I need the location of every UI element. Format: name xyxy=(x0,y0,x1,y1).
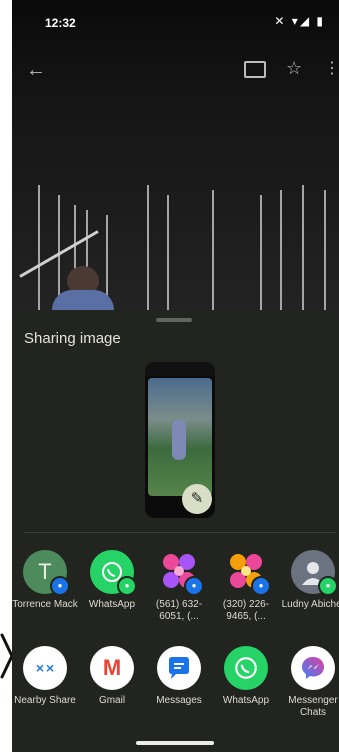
contact-avatar: T ● xyxy=(23,550,70,596)
share-target-label: WhatsApp xyxy=(88,599,136,610)
app-label: Messenger Chats xyxy=(288,695,338,718)
home-indicator[interactable] xyxy=(136,741,214,745)
app-label: Gmail xyxy=(98,695,126,706)
app-messages[interactable]: Messages xyxy=(146,646,212,707)
star-icon[interactable]: ☆ xyxy=(286,58,302,79)
share-sheet: Sharing image ✎ T ● Torrence Mack ● What… xyxy=(12,310,339,752)
share-target-torrence-mack[interactable]: T ● Torrence Mack xyxy=(12,550,78,611)
group-avatar: ● xyxy=(157,550,204,596)
background-photo xyxy=(12,0,339,330)
app-label: Messages xyxy=(156,695,202,706)
contact-avatar: ● xyxy=(291,550,338,596)
app-whatsapp[interactable]: WhatsApp xyxy=(213,646,279,707)
nearby-share-icon: ⨯⨯ xyxy=(23,646,67,690)
whatsapp-icon xyxy=(224,646,268,690)
phone-screen: 12:32 ✕ ▾◢ ▮ ← ☆ ⋮ Sharing image ✎ T ● T… xyxy=(12,0,339,752)
whatsapp-badge-icon: ● xyxy=(318,576,338,596)
share-target-ludny-abichet[interactable]: ● Ludny Abichet xyxy=(280,550,339,611)
more-options-icon[interactable]: ⋮ xyxy=(324,58,339,78)
share-target-label: Ludny Abichet xyxy=(281,599,339,610)
edit-icon[interactable]: ✎ xyxy=(182,484,212,514)
messages-badge-icon: ● xyxy=(50,576,70,596)
app-label: Nearby Share xyxy=(14,695,76,706)
gmail-icon: M xyxy=(90,646,134,690)
app-gmail[interactable]: M Gmail xyxy=(79,646,145,707)
group-avatar: ● xyxy=(224,550,271,596)
share-target-label: Torrence Mack xyxy=(12,599,78,610)
share-target-label: (320) 226-9465, (... xyxy=(222,599,270,622)
messages-badge-icon: ● xyxy=(251,576,271,596)
messenger-icon xyxy=(291,646,335,690)
photo-toolbar: ← ☆ ⋮ xyxy=(12,55,339,87)
share-target-group-561[interactable]: ● (561) 632-6051, (... xyxy=(146,550,212,623)
sheet-title: Sharing image xyxy=(24,330,121,347)
share-target-whatsapp[interactable]: ● WhatsApp xyxy=(79,550,145,611)
share-target-group-320[interactable]: ● (320) 226-9465, (... xyxy=(213,550,279,623)
messages-badge-icon: ● xyxy=(184,576,204,596)
app-messenger-chats[interactable]: Messenger Chats xyxy=(280,646,339,719)
back-arrow-icon[interactable]: ← xyxy=(26,59,46,82)
cast-icon[interactable] xyxy=(244,61,266,78)
app-label: WhatsApp xyxy=(222,695,270,706)
status-bar: 12:32 ✕ ▾◢ ▮ xyxy=(12,0,339,44)
whatsapp-badge-icon: ● xyxy=(117,576,137,596)
divider xyxy=(24,532,336,533)
messages-icon xyxy=(157,646,201,690)
whatsapp-contact-avatar: ● xyxy=(90,550,137,596)
app-nearby-share[interactable]: ⨯⨯ Nearby Share xyxy=(12,646,78,707)
sheet-drag-handle[interactable] xyxy=(156,318,192,322)
share-target-label: (561) 632-6051, (... xyxy=(155,599,203,622)
status-time: 12:32 xyxy=(45,16,76,30)
status-icons: ✕ ▾◢ ▮ xyxy=(274,14,325,28)
